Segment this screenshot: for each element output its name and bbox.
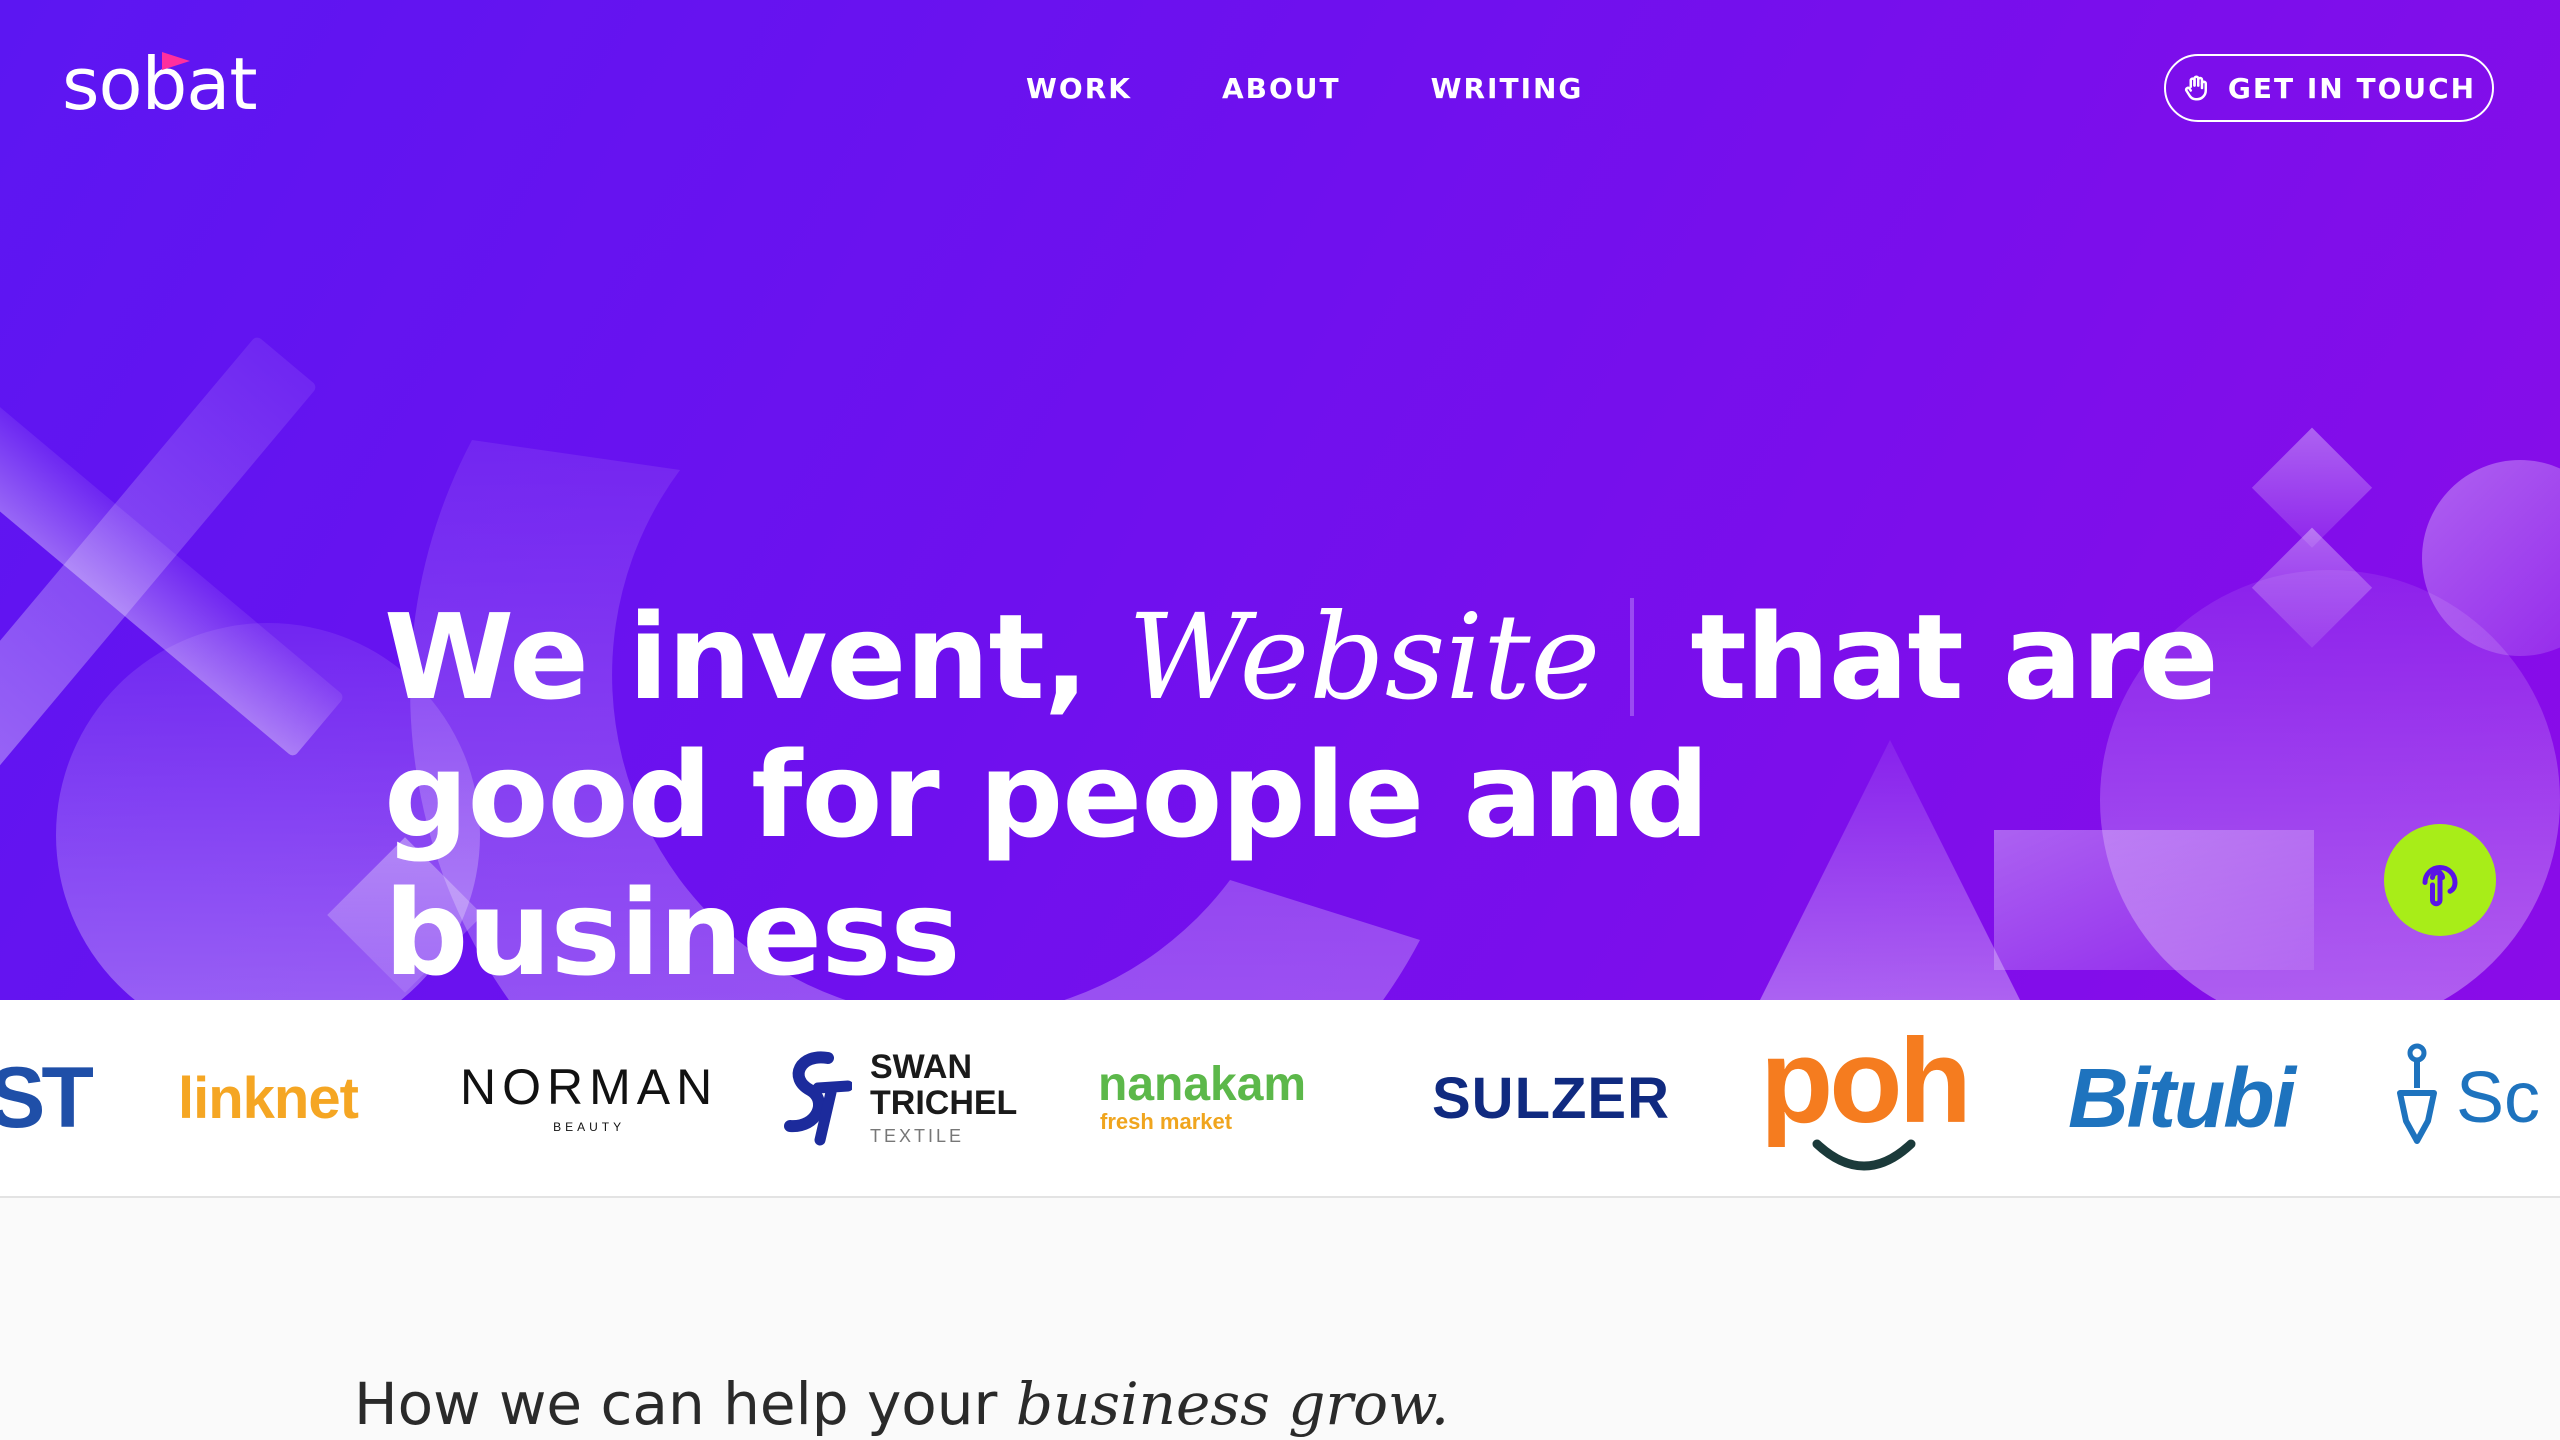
top-navbar: sobat WORK ABOUT WRITING GET IN TOUCH [0,0,2560,180]
client-logo-partial-right: Sc [2388,1000,2540,1196]
client-logo-sulzer: SULZER [1432,1065,1670,1131]
rotating-word: Website [1127,588,1601,726]
get-in-touch-label: GET IN TOUCH [2227,71,2477,105]
swan-trichel-mark-icon [784,1051,852,1146]
poh-smile-icon [1812,1139,1916,1171]
headline-part1: We invent, [384,588,1089,726]
client-logo-nanakam: nanakam fresh market [1098,1058,1307,1135]
client-logo-strip: ST linknet NORMAN BEAUTY SWAN TRICHEL TE… [0,1000,2560,1198]
logo-flag-icon [162,52,190,70]
nav-link-about[interactable]: ABOUT [1222,72,1341,105]
client-logo-linknet: linknet [178,1065,359,1131]
pointing-hand-icon [2422,865,2458,907]
scroll-down-button[interactable] [2384,824,2496,936]
nav-link-work[interactable]: WORK [1026,72,1132,105]
client-logo-partial-left: ST [0,1049,94,1146]
client-logo-poh: poh [1760,1000,1972,1196]
nav-link-writing[interactable]: WRITING [1431,72,1584,105]
hand-wave-icon [2184,75,2207,101]
nav-links: WORK ABOUT WRITING [1026,72,1583,105]
headline-line2: good for people and business [384,726,1710,1000]
get-in-touch-button[interactable]: GET IN TOUCH [2164,54,2494,122]
services-section-title: How we can help your business grow. [354,1370,1450,1438]
typing-caret [1630,598,1635,716]
pen-nib-icon [2397,1043,2437,1144]
hero-section: sobat WORK ABOUT WRITING GET IN TOUCH We… [0,0,2560,1000]
headline-part2: that are [1690,588,2218,726]
client-logo-norman: NORMAN BEAUTY [460,1059,719,1134]
hero-headline: We invent, Website that are good for peop… [384,588,2284,1000]
client-logo-swan-trichel: SWAN TRICHEL TEXTILE [780,1000,1017,1196]
client-logo-bitubi: Bitubi [2068,1050,2296,1145]
brand-logo[interactable]: sobat [62,48,258,120]
